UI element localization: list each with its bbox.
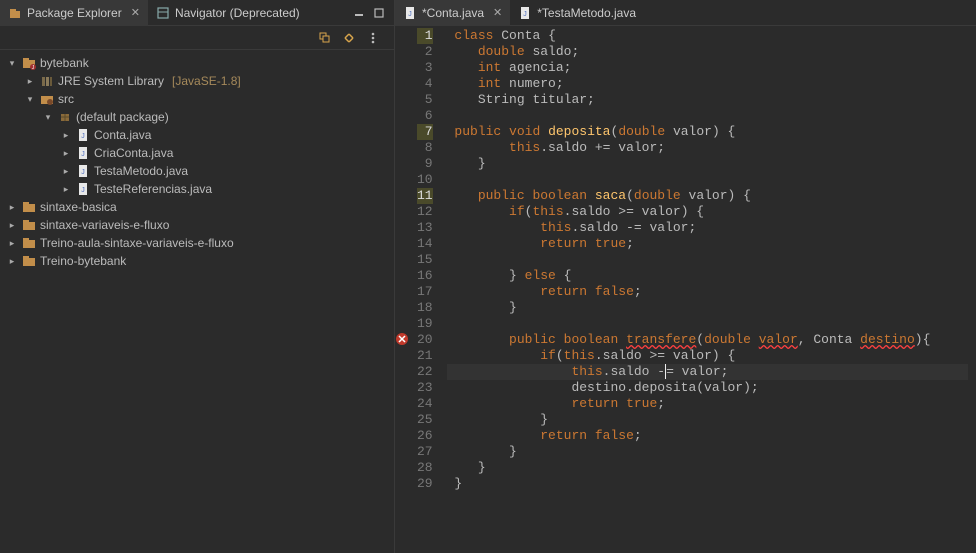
tree-label: (default package) (76, 110, 169, 124)
svg-text:J: J (524, 11, 528, 18)
editor-tab-testametodo[interactable]: J *TestaMetodo.java (510, 0, 644, 26)
close-icon[interactable]: ✕ (493, 6, 502, 19)
editor-tab-conta[interactable]: J *Conta.java ✕ (395, 0, 510, 26)
expand-arrow[interactable]: ▸ (60, 166, 72, 177)
tree-label: Conta.java (94, 128, 151, 142)
tab-navigator[interactable]: Navigator (Deprecated) (148, 0, 308, 26)
package-explorer-icon (8, 6, 22, 20)
editor-panel: J *Conta.java ✕ J *TestaMetodo.java 1234… (395, 0, 976, 553)
tree-project-sintaxe-basica[interactable]: ▸ sintaxe-basica (0, 198, 394, 216)
expand-arrow[interactable]: ▸ (6, 202, 18, 213)
tree-project-treino-bytebank[interactable]: ▸ Treino-bytebank (0, 252, 394, 270)
expand-arrow[interactable]: ▸ (60, 130, 72, 141)
tree-label: CriaConta.java (94, 146, 173, 160)
library-icon (40, 74, 54, 88)
java-file-icon: J (76, 128, 90, 142)
java-icon: J (403, 6, 417, 20)
svg-text:J: J (81, 169, 85, 176)
minimize-icon[interactable] (352, 6, 366, 20)
tree-label: TestaMetodo.java (94, 164, 188, 178)
tree-label: TesteReferencias.java (94, 182, 212, 196)
project-icon (22, 254, 36, 268)
expand-arrow[interactable]: ▾ (6, 58, 18, 69)
tree-decoration: [JavaSE-1.8] (172, 74, 241, 88)
package-icon (58, 110, 72, 124)
tree-jre-library[interactable]: ▸ JRE System Library [JavaSE-1.8] (0, 72, 394, 90)
tree-project-treino-aula[interactable]: ▸ Treino-aula-sintaxe-variaveis-e-fluxo (0, 234, 394, 252)
link-editor-icon[interactable] (342, 31, 356, 45)
maximize-icon[interactable] (372, 6, 386, 20)
line-number-gutter: 1234567891011121314151617181920212223242… (413, 26, 439, 553)
expand-arrow[interactable]: ▸ (60, 184, 72, 195)
code-editor[interactable]: 1234567891011121314151617181920212223242… (395, 26, 976, 553)
expand-arrow[interactable]: ▸ (24, 76, 36, 87)
project-icon (22, 236, 36, 250)
tree-label: JRE System Library (58, 74, 164, 88)
expand-arrow[interactable]: ▸ (6, 256, 18, 267)
svg-text:J: J (408, 11, 412, 18)
svg-text:J: J (81, 133, 85, 140)
tree-label: Treino-bytebank (40, 254, 126, 268)
left-tab-bar: Package Explorer ✕ Navigator (Deprecated… (0, 0, 394, 26)
java-file-icon: J (76, 164, 90, 178)
tab-package-explorer[interactable]: Package Explorer ✕ (0, 0, 148, 26)
view-menu-icon[interactable] (366, 31, 380, 45)
project-icon (22, 218, 36, 232)
tree-project-bytebank[interactable]: ▾ J bytebank (0, 54, 394, 72)
tree-label: bytebank (40, 56, 89, 70)
expand-arrow[interactable]: ▸ (60, 148, 72, 159)
java-file-icon: J (76, 182, 90, 196)
navigator-icon (156, 6, 170, 20)
tree-label: sintaxe-variaveis-e-fluxo (40, 218, 169, 232)
tree-label: src (58, 92, 74, 106)
project-icon: J (22, 56, 36, 70)
tab-label: *TestaMetodo.java (537, 6, 636, 20)
explorer-toolbar (0, 26, 394, 50)
tree-file-conta[interactable]: ▸ J Conta.java (0, 126, 394, 144)
expand-arrow[interactable]: ▸ (6, 220, 18, 231)
tree-project-sintaxe-variaveis[interactable]: ▸ sintaxe-variaveis-e-fluxo (0, 216, 394, 234)
expand-arrow[interactable]: ▾ (42, 112, 54, 123)
expand-arrow[interactable]: ▸ (6, 238, 18, 249)
src-folder-icon (40, 92, 54, 106)
svg-text:J: J (81, 187, 85, 194)
tree-file-testereferencias[interactable]: ▸ J TesteReferencias.java (0, 180, 394, 198)
marker-column (395, 26, 413, 553)
svg-text:J: J (81, 151, 85, 158)
tab-label: Package Explorer (27, 6, 122, 20)
project-tree[interactable]: ▾ J bytebank ▸ JRE System Library [JavaS… (0, 50, 394, 553)
tab-label: *Conta.java (422, 6, 484, 20)
error-icon (395, 332, 409, 346)
tab-label: Navigator (Deprecated) (175, 6, 300, 20)
editor-tab-bar: J *Conta.java ✕ J *TestaMetodo.java (395, 0, 976, 26)
tree-label: Treino-aula-sintaxe-variaveis-e-fluxo (40, 236, 234, 250)
project-icon (22, 200, 36, 214)
tree-default-package[interactable]: ▾ (default package) (0, 108, 394, 126)
expand-arrow[interactable]: ▾ (24, 94, 36, 105)
tree-label: sintaxe-basica (40, 200, 117, 214)
close-icon[interactable]: ✕ (131, 6, 140, 19)
java-file-icon: J (76, 146, 90, 160)
java-icon: J (518, 6, 532, 20)
tree-file-criaconta[interactable]: ▸ J CriaConta.java (0, 144, 394, 162)
tree-src-folder[interactable]: ▾ src (0, 90, 394, 108)
view-controls (352, 6, 394, 20)
package-explorer-panel: Package Explorer ✕ Navigator (Deprecated… (0, 0, 395, 553)
collapse-all-icon[interactable] (318, 31, 332, 45)
tree-file-testametodo[interactable]: ▸ J TestaMetodo.java (0, 162, 394, 180)
code-content[interactable]: class Conta { double saldo; int agencia;… (439, 26, 976, 553)
